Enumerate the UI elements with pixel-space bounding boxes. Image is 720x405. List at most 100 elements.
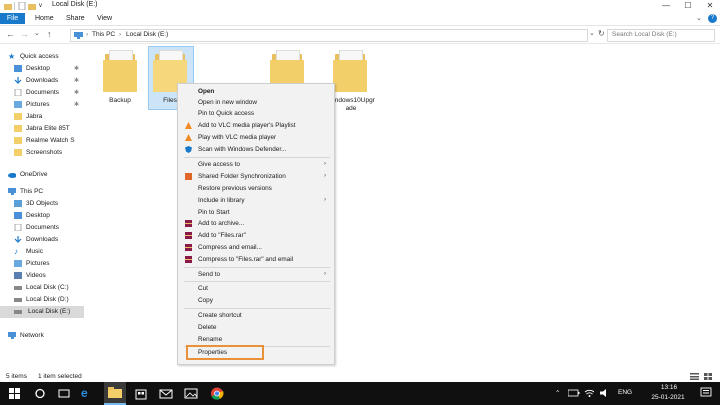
status-selected: 1 item selected [38, 373, 82, 380]
breadcrumb-local-disk-e[interactable]: Local Disk (E:) [126, 31, 168, 38]
nav-videos[interactable]: Videos [14, 270, 84, 282]
menu-item-delete[interactable]: Delete [178, 322, 334, 333]
file-explorer-taskbar-button[interactable] [104, 382, 126, 405]
photos-icon[interactable] [184, 387, 198, 400]
folder-icon [14, 149, 22, 156]
menu-item-vlc-playlist[interactable]: Add to VLC media player's Playlist [178, 120, 334, 131]
folder-icon [14, 125, 22, 132]
language-indicator[interactable]: ENG [618, 389, 632, 396]
nav-this-pc[interactable]: This PC [8, 186, 84, 198]
large-icons-view-icon[interactable] [704, 373, 712, 380]
quick-access-toolbar-dropdown[interactable]: v [39, 2, 47, 10]
menu-item-pin-quick-access[interactable]: Pin to Quick access [178, 108, 334, 119]
up-button[interactable]: ↑ [47, 29, 52, 39]
nav-qa-realme[interactable]: Realme Watch S [14, 135, 84, 147]
mail-icon[interactable] [159, 387, 173, 400]
menu-item-compress-email[interactable]: Compress and email... [178, 242, 334, 253]
nav-local-disk-d[interactable]: Local Disk (D:) [14, 294, 84, 306]
menu-item-create-shortcut[interactable]: Create shortcut [178, 310, 334, 321]
new-folder-icon[interactable] [28, 2, 36, 10]
menu-item-cut[interactable]: Cut [178, 283, 334, 294]
details-view-icon[interactable] [690, 373, 699, 380]
menu-item-vlc-play[interactable]: Play with VLC media player [178, 132, 334, 143]
edge-icon[interactable]: e [81, 387, 95, 400]
menu-item-give-access[interactable]: Give access to › [178, 159, 334, 170]
nav-3d-objects[interactable]: 3D Objects [14, 198, 84, 210]
status-bar: 5 items 1 item selected [0, 370, 720, 382]
clock-time[interactable]: 13:16 [652, 384, 686, 391]
tray-chevron-icon[interactable]: ⌃ [555, 389, 560, 397]
nav-downloads[interactable]: Downloads [14, 234, 84, 246]
nav-qa-pictures[interactable]: Pictures ✱ [14, 99, 84, 111]
task-view-icon[interactable] [57, 387, 71, 400]
nav-qa-jabra[interactable]: Jabra [14, 111, 84, 123]
menu-item-open[interactable]: Open [178, 86, 334, 97]
nav-qa-jabra-elite[interactable]: Jabra Elite 85T [14, 123, 84, 135]
maximize-button[interactable]: ☐ [678, 0, 698, 12]
battery-icon[interactable] [568, 389, 580, 398]
nav-onedrive[interactable]: OneDrive [8, 169, 84, 181]
properties-icon[interactable] [18, 1, 26, 11]
expand-ribbon-icon[interactable]: ⌄ [696, 13, 702, 24]
wifi-icon[interactable] [584, 388, 595, 398]
nav-documents[interactable]: Documents [14, 222, 84, 234]
help-icon[interactable]: ? [708, 14, 717, 23]
volume-icon[interactable] [599, 388, 610, 398]
nav-qa-documents[interactable]: Documents ✱ [14, 87, 84, 99]
music-icon: ♪ [14, 247, 18, 256]
nav-local-disk-c[interactable]: Local Disk (C:) [14, 282, 84, 294]
refresh-button[interactable]: ↻ [598, 29, 605, 39]
vlc-icon [185, 122, 192, 129]
clock-date[interactable]: 25-01-2021 [646, 394, 690, 401]
folder-icon[interactable] [103, 50, 137, 92]
nav-pictures[interactable]: Pictures [14, 258, 84, 270]
nav-qa-downloads[interactable]: Downloads ✱ [14, 75, 84, 87]
search-icon[interactable] [33, 387, 47, 400]
menu-item-open-new-window[interactable]: Open in new window [178, 97, 334, 108]
menu-item-restore-versions[interactable]: Restore previous versions [178, 183, 334, 194]
menu-item-compress-files-rar-email[interactable]: Compress to "Files.rar" and email [178, 254, 334, 265]
menu-item-pin-start[interactable]: Pin to Start [178, 207, 334, 218]
menu-item-send-to[interactable]: Send to › [178, 269, 334, 280]
nav-music[interactable]: ♪ Music [14, 246, 84, 258]
back-button[interactable]: ← [6, 29, 15, 39]
nav-local-disk-e[interactable]: Local Disk (E:) [0, 306, 84, 318]
nav-qa-screenshots[interactable]: Screenshots [14, 147, 84, 159]
windows-start-icon[interactable] [8, 387, 22, 400]
status-item-count: 5 items [6, 373, 27, 380]
download-icon [14, 77, 22, 84]
nav-quick-access[interactable]: ★ Quick access [8, 51, 84, 63]
address-bar[interactable]: › This PC › Local Disk (E:) [70, 29, 588, 42]
tab-file[interactable]: File [0, 13, 25, 24]
store-icon[interactable] [134, 387, 148, 400]
menu-item-scan-defender[interactable]: Scan with Windows Defender... [178, 144, 334, 155]
notifications-icon[interactable] [700, 387, 712, 399]
pictures-icon [14, 101, 22, 108]
menu-item-copy[interactable]: Copy [178, 295, 334, 306]
menu-item-add-files-rar[interactable]: Add to "Files.rar" [178, 230, 334, 241]
nav-network[interactable]: Network [8, 330, 84, 342]
menu-item-shared-folder-sync[interactable]: Shared Folder Synchronization › [178, 171, 334, 182]
breadcrumb-this-pc[interactable]: This PC [92, 31, 115, 38]
video-icon [14, 272, 22, 279]
menu-item-properties[interactable]: Properties [178, 347, 334, 358]
nav-desktop[interactable]: Desktop [14, 210, 84, 222]
address-dropdown[interactable]: ⌄ [589, 29, 595, 39]
nav-qa-desktop[interactable]: Desktop ✱ [14, 63, 84, 75]
menu-item-include-library[interactable]: Include in library › [178, 195, 334, 206]
folder-icon [4, 2, 12, 10]
menu-item-rename[interactable]: Rename [178, 334, 334, 345]
chrome-icon[interactable] [210, 387, 224, 400]
folder-icon[interactable] [333, 50, 367, 92]
minimize-button[interactable]: — [656, 0, 676, 12]
search-input[interactable]: Search Local Disk (E:) [607, 29, 715, 42]
forward-button[interactable]: → [20, 29, 29, 39]
close-button[interactable]: ✕ [700, 0, 720, 12]
tab-share[interactable]: Share [66, 13, 85, 24]
recent-locations-dropdown[interactable]: ⌄ [34, 29, 40, 39]
tab-home[interactable]: Home [35, 13, 54, 24]
tab-view[interactable]: View [97, 13, 112, 24]
menu-item-add-archive[interactable]: Add to archive... [178, 218, 334, 229]
address-row: ← → ⌄ ↑ › This PC › Local Disk (E:) ⌄ ↻ … [0, 26, 720, 44]
desktop-icon [14, 65, 22, 72]
